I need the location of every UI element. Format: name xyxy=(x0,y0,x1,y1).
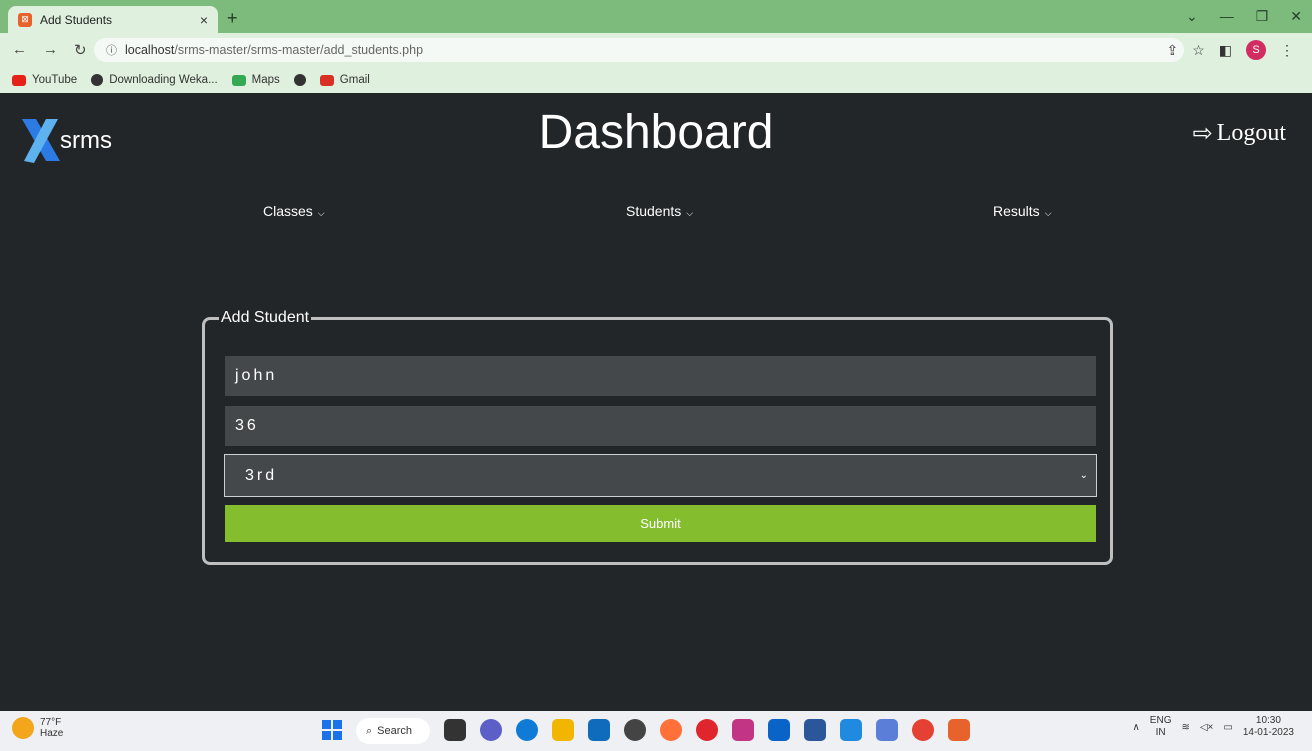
youtube-icon xyxy=(12,74,26,86)
globe-icon xyxy=(293,74,306,86)
tab-title: Add Students xyxy=(40,12,113,27)
firefox-icon[interactable] xyxy=(660,719,682,741)
browser-menu-icon[interactable]: ⋮ xyxy=(1280,42,1294,59)
chevron-down-icon: ⌵ xyxy=(317,208,325,218)
address-bar-icons: ⇪ ☆ ◧ S ⋮ xyxy=(1166,40,1294,60)
teams-chat-icon[interactable] xyxy=(480,719,502,741)
menu-results[interactable]: Results ⌵ xyxy=(993,203,1052,219)
language-indicator[interactable]: ENG IN xyxy=(1150,715,1172,739)
page-title: Dashboard xyxy=(538,106,774,159)
battery-icon[interactable]: ▭ xyxy=(1223,722,1232,733)
bookmark-globe[interactable] xyxy=(293,74,306,86)
minimize-icon[interactable]: — xyxy=(1220,8,1234,25)
task-view-icon[interactable] xyxy=(444,719,466,741)
volume-muted-icon[interactable]: ◁× xyxy=(1200,722,1214,733)
menu-classes[interactable]: Classes ⌵ xyxy=(263,203,325,219)
logout-label: Logout xyxy=(1216,120,1286,146)
form-legend: Add Student xyxy=(221,309,310,326)
bookmark-youtube[interactable]: YouTube xyxy=(12,74,77,86)
weather-widget[interactable]: 77°F Haze xyxy=(12,717,63,739)
submit-button[interactable]: Submit xyxy=(225,505,1096,542)
file-explorer-icon[interactable] xyxy=(552,719,574,741)
url-field[interactable]: ⓘ localhost/srms-master/srms-master/add_… xyxy=(94,38,1184,62)
menu-students[interactable]: Students ⌵ xyxy=(626,203,693,219)
tab-close-icon[interactable]: × xyxy=(200,12,208,28)
site-info-icon[interactable]: ⓘ xyxy=(106,42,117,58)
bookmark-maps[interactable]: Maps xyxy=(231,74,280,86)
mail-icon[interactable] xyxy=(588,719,610,741)
vscode-icon[interactable] xyxy=(768,719,790,741)
student-name-input[interactable]: john xyxy=(225,356,1096,396)
browser-tab-bar: ⊠ Add Students × + ⌄ — ❐ ✕ xyxy=(0,0,1312,33)
word-icon[interactable] xyxy=(804,719,826,741)
new-tab-button[interactable]: + xyxy=(227,8,238,29)
windows-taskbar: 77°F Haze ⌕ Search ∧ ENG IN ≋ ◁× ▭ 10:30… xyxy=(0,711,1312,751)
bookmarks-bar: YouTube Downloading Weka... Maps Gmail xyxy=(0,67,1312,93)
notepad-icon[interactable] xyxy=(876,719,898,741)
chevron-down-icon: ⌄ xyxy=(1079,470,1088,481)
bookmark-weka[interactable]: Downloading Weka... xyxy=(91,74,218,86)
logout-icon: ⇨ xyxy=(1192,121,1213,147)
window-controls: ⌄ — ❐ ✕ xyxy=(1186,8,1302,25)
chevron-down-icon: ⌵ xyxy=(1044,208,1052,218)
address-bar-row: ← → ↻ ⓘ localhost/srms-master/srms-maste… xyxy=(0,33,1312,67)
logout-link[interactable]: ⇨ Logout xyxy=(1193,119,1286,148)
instagram-icon[interactable] xyxy=(732,719,754,741)
chrome-icon[interactable] xyxy=(912,719,934,741)
nav-buttons: ← → ↻ xyxy=(12,41,87,59)
reload-icon[interactable]: ↻ xyxy=(74,41,87,59)
profile-avatar[interactable]: S xyxy=(1246,40,1266,60)
weather-condition: Haze xyxy=(40,728,64,739)
photos-icon[interactable] xyxy=(840,719,862,741)
dell-icon[interactable] xyxy=(624,719,646,741)
url-path: /srms-master/srms-master/add_students.ph… xyxy=(174,43,424,57)
bookmark-star-icon[interactable]: ☆ xyxy=(1192,42,1205,59)
side-panel-icon[interactable]: ◧ xyxy=(1219,42,1232,59)
tray-overflow-icon[interactable]: ∧ xyxy=(1132,722,1139,733)
browser-tab[interactable]: ⊠ Add Students × xyxy=(8,6,218,33)
system-tray: ∧ ENG IN ≋ ◁× ▭ 10:30 14-01-2023 xyxy=(1132,715,1294,739)
chevron-down-icon: ⌵ xyxy=(686,208,694,218)
srms-page: srms Dashboard ⇨ Logout Classes ⌵ Student… xyxy=(0,93,1312,711)
class-select-value: 3rd xyxy=(245,466,278,484)
taskbar-search[interactable]: ⌕ Search xyxy=(356,718,430,744)
close-window-icon[interactable]: ✕ xyxy=(1290,8,1302,25)
roll-number-input[interactable]: 36 xyxy=(225,406,1096,446)
search-icon: ⌕ xyxy=(366,724,373,737)
url-host: localhost xyxy=(125,43,175,57)
opera-icon[interactable] xyxy=(696,719,718,741)
taskbar-apps xyxy=(444,719,970,741)
windows-start-icon[interactable] xyxy=(322,720,342,740)
temperature: 77°F xyxy=(40,717,62,728)
wifi-icon[interactable]: ≋ xyxy=(1181,722,1189,733)
forward-icon[interactable]: → xyxy=(43,41,58,59)
clock-time: 10:30 xyxy=(1255,715,1281,726)
clock[interactable]: 10:30 14-01-2023 xyxy=(1243,715,1294,739)
edge-icon[interactable] xyxy=(516,719,538,741)
share-icon[interactable]: ⇪ xyxy=(1166,42,1178,59)
xampp-icon[interactable] xyxy=(948,719,970,741)
clock-date: 14-01-2023 xyxy=(1242,727,1294,738)
class-select[interactable]: 3rd ⌄ xyxy=(224,454,1097,497)
xampp-favicon-icon: ⊠ xyxy=(18,12,32,27)
add-student-form: Add Student john 36 3rd ⌄ Submit xyxy=(202,309,1113,565)
globe-icon xyxy=(91,74,104,86)
maps-icon xyxy=(231,74,246,86)
bookmark-gmail[interactable]: Gmail xyxy=(319,74,370,86)
back-icon[interactable]: ← xyxy=(12,41,27,59)
gmail-icon xyxy=(319,74,334,86)
tab-search-icon[interactable]: ⌄ xyxy=(1186,8,1198,25)
restore-icon[interactable]: ❐ xyxy=(1256,8,1269,25)
sun-haze-icon xyxy=(12,717,34,739)
